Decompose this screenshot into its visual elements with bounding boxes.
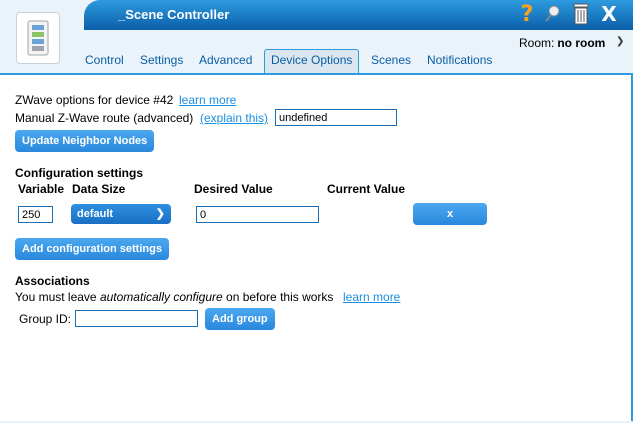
title-bar: _Scene Controller ? X: [84, 0, 633, 30]
column-variable: Variable: [18, 182, 65, 196]
trash-icon[interactable]: [570, 3, 592, 25]
associations-learn-more-link[interactable]: learn more: [343, 290, 400, 304]
tab-control[interactable]: Control: [79, 50, 130, 74]
data-size-value: default: [77, 208, 114, 220]
window-title: _Scene Controller: [118, 7, 230, 22]
pushpin-icon[interactable]: [542, 3, 564, 25]
column-desired-value: Desired Value: [194, 182, 273, 196]
device-options-panel: ZWave options for device #42 learn more …: [0, 73, 633, 421]
note-emphasis: automatically configure: [99, 290, 223, 304]
configuration-heading: Configuration settings: [15, 166, 143, 180]
tab-device-options[interactable]: Device Options: [264, 49, 360, 75]
group-id-input[interactable]: [75, 310, 198, 327]
device-dialog: _Scene Controller ? X Room: no room ❯ Co…: [0, 0, 633, 423]
device-icon: [16, 12, 60, 64]
explain-this-link[interactable]: (explain this): [200, 111, 268, 125]
associations-heading: Associations: [15, 274, 90, 288]
note-prefix: You must leave: [15, 290, 100, 304]
note-suffix: on before this works: [222, 290, 334, 304]
remove-setting-button[interactable]: x: [413, 203, 487, 225]
tab-notifications[interactable]: Notifications: [421, 50, 498, 74]
update-neighbor-nodes-button[interactable]: Update Neighbor Nodes: [15, 130, 155, 152]
close-icon[interactable]: X: [598, 2, 620, 26]
header: _Scene Controller ? X Room: no room ❯ Co…: [0, 0, 633, 82]
desired-value-input[interactable]: [196, 206, 319, 223]
room-selector[interactable]: Room: no room ❯: [519, 36, 624, 50]
add-configuration-settings-button[interactable]: Add configuration settings: [15, 238, 169, 260]
chevron-down-icon: ❯: [155, 208, 165, 220]
group-id-label: Group ID:: [19, 312, 72, 326]
data-size-select[interactable]: default ❯: [71, 204, 171, 224]
tab-advanced[interactable]: Advanced: [193, 50, 258, 74]
room-label: Room:: [519, 36, 555, 50]
column-current-value: Current Value: [327, 182, 406, 196]
associations-note: You must leave automatically configure o…: [15, 290, 333, 304]
column-data-size: Data Size: [72, 182, 126, 196]
manual-route-label: Manual Z-Wave route (advanced): [15, 111, 194, 125]
manual-route-input[interactable]: [275, 109, 397, 126]
tab-settings[interactable]: Settings: [134, 50, 189, 74]
add-group-button[interactable]: Add group: [205, 308, 275, 330]
zwave-options-text: ZWave options for device #42: [15, 93, 174, 107]
help-icon[interactable]: ?: [516, 2, 538, 27]
tab-scenes[interactable]: Scenes: [365, 50, 417, 74]
chevron-down-icon[interactable]: ❯: [616, 36, 624, 47]
zwave-learn-more-link[interactable]: learn more: [179, 93, 236, 107]
room-value: no room: [557, 36, 606, 50]
variable-input[interactable]: [18, 206, 53, 223]
